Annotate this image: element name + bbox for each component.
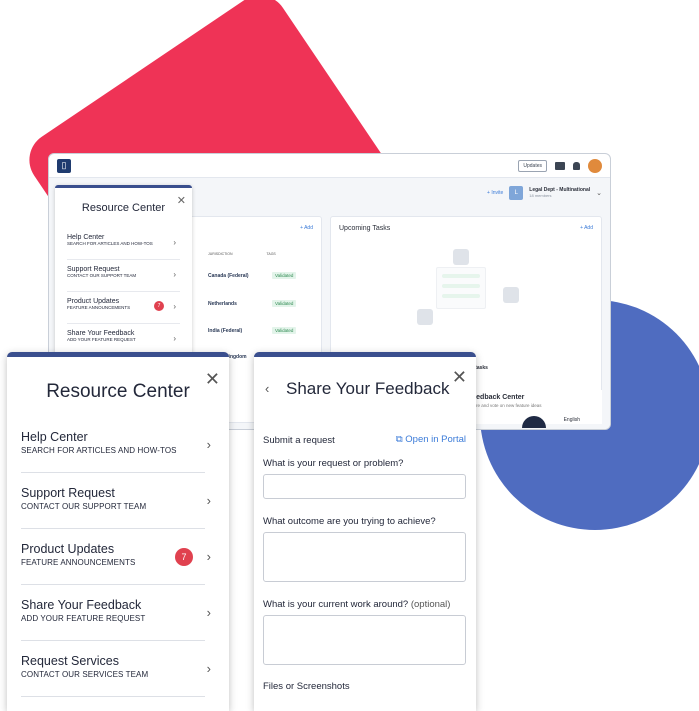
- submit-request-label: Submit a request: [263, 435, 335, 446]
- dept-info[interactable]: Legal Dept - Multinational 18 members: [529, 187, 590, 199]
- table-header: JURISDICTION TAGS: [208, 252, 276, 256]
- status-badge: Validated: [272, 327, 297, 334]
- table-row[interactable]: Netherlands Validated: [208, 300, 297, 307]
- workaround-textarea[interactable]: [263, 615, 466, 665]
- tasks-title: Upcoming Tasks: [339, 225, 391, 232]
- globe-icon: [522, 416, 546, 428]
- chevron-right-icon: ›: [206, 493, 211, 508]
- desired-outcome-textarea[interactable]: [263, 532, 466, 582]
- rc-item-subtitle: ADD YOUR FEATURE REQUEST: [67, 337, 136, 342]
- table-row[interactable]: India (Federal) Validated: [208, 327, 297, 334]
- desired-outcome-label: What outcome are you trying to achieve?: [263, 516, 436, 527]
- column-header-tags: TAGS: [266, 252, 276, 256]
- rc-item-help-center[interactable]: Help Center SEARCH FOR ARTICLES AND HOW-…: [21, 417, 211, 473]
- rc-item-support-request[interactable]: Support Request CONTACT OUR SUPPORT TEAM…: [67, 260, 180, 292]
- optional-tag: (optional): [410, 599, 451, 610]
- feedback-center-card[interactable]: Feedback Center Share and vote on new fe…: [462, 390, 602, 428]
- close-icon[interactable]: ✕: [205, 369, 220, 390]
- request-problem-input[interactable]: [263, 474, 466, 499]
- notification-badge: 7: [175, 548, 193, 566]
- rc-item-subtitle: CONTACT OUR SUPPORT TEAM: [67, 273, 137, 278]
- resource-center-title: Resource Center: [81, 202, 166, 214]
- chevron-right-icon: ›: [173, 302, 176, 311]
- rc-item-title: Help Center: [67, 234, 105, 241]
- rc-item-request-services[interactable]: Request Services CONTACT OUR SERVICES TE…: [21, 641, 211, 697]
- updates-button[interactable]: Updates: [518, 159, 547, 172]
- rc-item-subtitle: ADD YOUR FEATURE REQUEST: [21, 614, 146, 623]
- rc-item-product-updates[interactable]: Product Updates FEATURE ANNOUNCEMENTS 7 …: [67, 292, 180, 324]
- invite-button[interactable]: + Invite: [487, 190, 503, 196]
- close-icon[interactable]: ✕: [177, 194, 186, 207]
- add-jurisdiction-button[interactable]: + Add: [300, 225, 313, 231]
- request-problem-label: What is your request or problem?: [263, 458, 404, 469]
- rc-item-subtitle: SEARCH FOR ARTICLES AND HOW-TOS: [67, 241, 153, 246]
- resource-center-panel: Resource Center ✕ Help Center SEARCH FOR…: [7, 352, 229, 711]
- chevron-down-icon[interactable]: ⌄: [596, 189, 602, 197]
- jurisdiction-cell: Canada (Federal): [208, 272, 249, 279]
- status-badge: Validated: [272, 300, 297, 307]
- rc-item-subtitle: SEARCH FOR ARTICLES AND HOW-TOS: [21, 446, 177, 455]
- chevron-right-icon: ›: [173, 238, 176, 247]
- back-arrow-icon[interactable]: ‹: [265, 381, 269, 396]
- avatar-placeholder-icon: [453, 249, 469, 265]
- notification-badge: 7: [154, 301, 164, 311]
- rc-item-title: Help Center: [21, 430, 88, 444]
- resource-center-title: Resource Center: [46, 381, 190, 402]
- empty-tasks-illustration: [436, 267, 486, 309]
- avatar-placeholder-icon: [417, 309, 433, 325]
- close-icon[interactable]: ✕: [452, 367, 467, 388]
- app-logo-icon[interactable]: ▯: [57, 158, 71, 173]
- rc-item-title: Share Your Feedback: [67, 330, 135, 337]
- open-in-portal-label: Open in Portal: [405, 434, 466, 445]
- book-icon[interactable]: [555, 161, 565, 170]
- chevron-right-icon: ›: [173, 334, 176, 343]
- feedback-panel: ‹ Share Your Feedback ✕ Submit a request…: [254, 352, 476, 711]
- table-row[interactable]: Canada (Federal) Validated: [208, 272, 297, 279]
- chevron-right-icon: ›: [173, 270, 176, 279]
- rc-item-title: Request Services: [21, 654, 119, 668]
- rc-item-title: Support Request: [21, 486, 115, 500]
- status-badge: Validated: [272, 272, 297, 279]
- jurisdiction-cell: Netherlands: [208, 300, 237, 307]
- rc-item-support-request[interactable]: Support Request CONTACT OUR SUPPORT TEAM…: [21, 473, 211, 529]
- files-screenshots-label: Files or Screenshots: [263, 681, 350, 692]
- feedback-center-subtitle: Share and vote on new feature ideas: [468, 403, 542, 408]
- dept-avatar: L: [509, 186, 524, 200]
- bell-icon[interactable]: [573, 161, 580, 170]
- rc-item-title: Support Request: [67, 266, 120, 273]
- rc-item-product-updates[interactable]: Product Updates FEATURE ANNOUNCEMENTS 7 …: [21, 529, 211, 585]
- avatar-placeholder-icon: [503, 287, 519, 303]
- chevron-right-icon: ›: [206, 605, 211, 620]
- feedback-center-title: Feedback Center: [468, 394, 525, 401]
- rc-item-subtitle: CONTACT OUR SUPPORT TEAM: [21, 502, 147, 511]
- external-link-icon: ⧉: [395, 434, 403, 445]
- open-in-portal-link[interactable]: ⧉ Open in Portal: [396, 434, 466, 445]
- rc-item-share-feedback[interactable]: Share Your Feedback ADD YOUR FEATURE REQ…: [21, 585, 211, 641]
- workaround-label-text: What is your current work around?: [263, 599, 409, 610]
- language-select[interactable]: English: [564, 417, 580, 423]
- add-task-button[interactable]: + Add: [580, 225, 593, 231]
- app-topbar: ▯ Updates: [49, 154, 610, 178]
- rc-item-subtitle: CONTACT OUR SERVICES TEAM: [21, 670, 149, 679]
- chevron-right-icon: ›: [206, 549, 211, 564]
- dept-members: 18 members: [529, 193, 552, 198]
- jurisdiction-cell: India (Federal): [208, 327, 243, 334]
- workaround-label: What is your current work around? (optio…: [263, 599, 450, 610]
- chevron-right-icon: ›: [206, 661, 211, 676]
- column-header-jurisdiction: JURISDICTION: [208, 252, 233, 256]
- user-avatar-icon[interactable]: [588, 158, 602, 173]
- resource-center-small: Resource Center ✕ Help Center SEARCH FOR…: [55, 185, 192, 357]
- rc-item-help-center[interactable]: Help Center SEARCH FOR ARTICLES AND HOW-…: [67, 228, 180, 260]
- chevron-right-icon: ›: [206, 437, 211, 452]
- rc-item-title: Share Your Feedback: [21, 598, 142, 612]
- feedback-panel-title: Share Your Feedback: [286, 379, 450, 398]
